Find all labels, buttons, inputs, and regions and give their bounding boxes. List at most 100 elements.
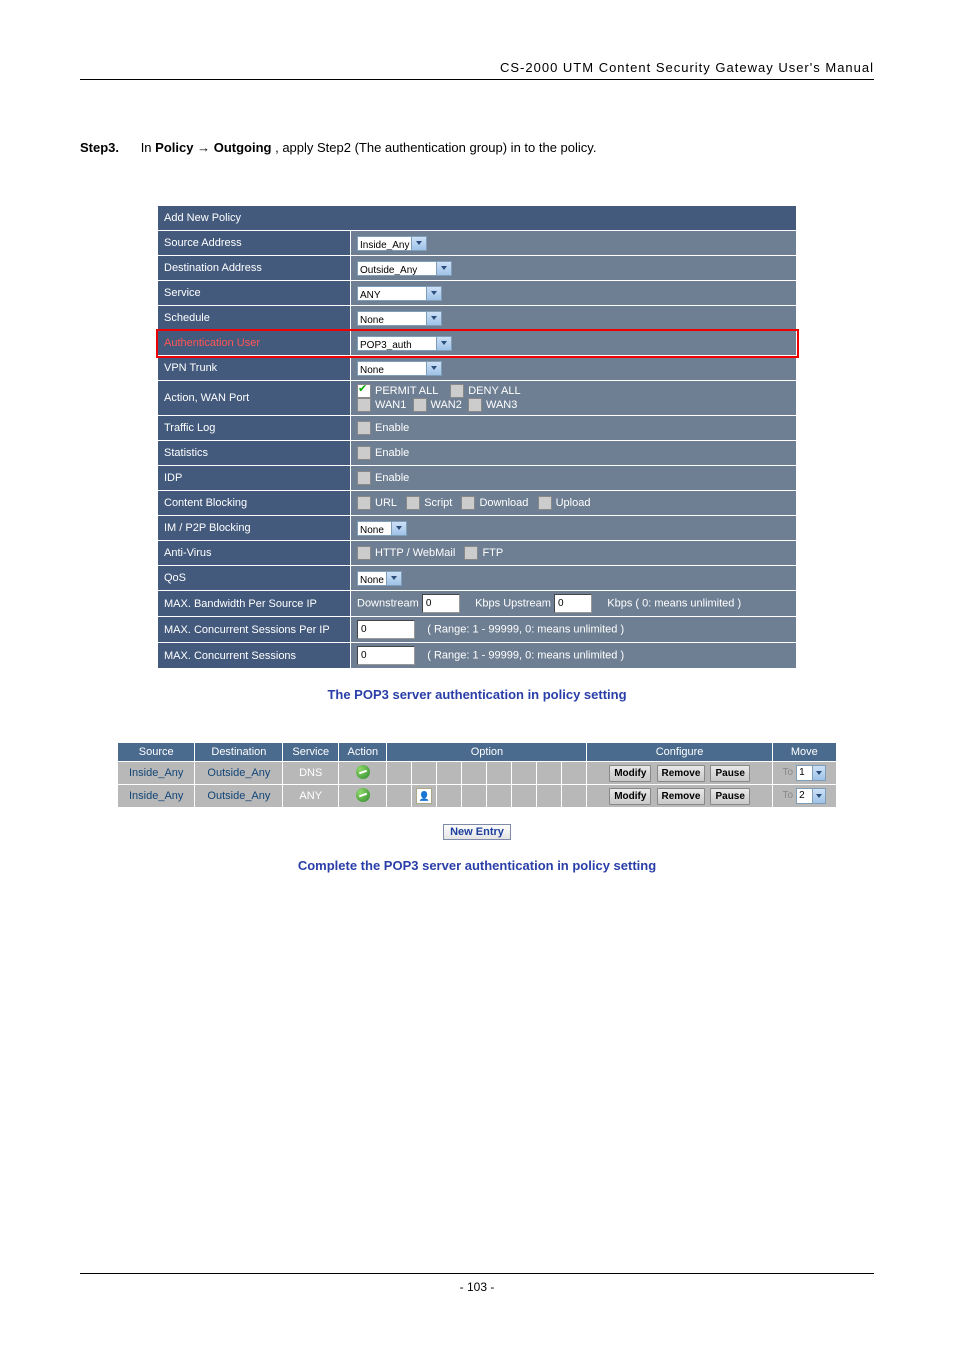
cell-source: Inside_Any	[118, 762, 195, 785]
checkbox-permit-all[interactable]	[357, 384, 371, 398]
cell-action	[339, 762, 387, 785]
label-action-wan-port: Action, WAN Port	[158, 381, 351, 416]
policy-list-table: Source Destination Service Action Option…	[117, 742, 837, 808]
checkbox-download[interactable]	[461, 496, 475, 510]
chevron-down-icon	[426, 312, 441, 325]
cell-authentication-user: POP3_auth	[351, 331, 797, 356]
permit-icon	[356, 765, 370, 779]
remove-button[interactable]: Remove	[657, 765, 706, 782]
move-to-text: To	[783, 767, 794, 778]
label-schedule: Schedule	[158, 306, 351, 331]
checkbox-wan2[interactable]	[413, 398, 427, 412]
cell-content-blocking: URL Script Download Upload	[351, 491, 797, 516]
col-configure: Configure	[587, 743, 772, 762]
select-service[interactable]: ANY	[357, 286, 442, 301]
cell-anti-virus: HTTP / WebMail FTP	[351, 541, 797, 566]
cell-source-address: Inside_Any	[351, 231, 797, 256]
select-move[interactable]: 1	[796, 765, 826, 781]
select-vpn-trunk[interactable]: None	[357, 361, 442, 376]
input-downstream[interactable]: 0	[422, 594, 460, 613]
cell-max-conc-sessions-per-ip: 0 ( Range: 1 - 99999, 0: means unlimited…	[351, 617, 797, 643]
new-entry-button[interactable]: New Entry	[443, 824, 511, 840]
select-im-p2p[interactable]: None	[357, 521, 407, 536]
ftp-text: FTP	[482, 547, 503, 559]
cell-vpn-trunk: None	[351, 356, 797, 381]
input-max-conc-sessions[interactable]: 0	[357, 646, 415, 665]
select-move[interactable]: 2	[796, 788, 826, 804]
checkbox-ftp[interactable]	[464, 546, 478, 560]
deny-all-text: DENY ALL	[468, 385, 520, 397]
select-destination-address[interactable]: Outside_Any	[357, 261, 452, 276]
label-destination-address: Destination Address	[158, 256, 351, 281]
step-suffix: , apply Step2 (The authentication group)…	[275, 140, 596, 155]
remove-button[interactable]: Remove	[657, 788, 706, 805]
label-authentication-user: Authentication User	[158, 331, 351, 356]
checkbox-deny-all[interactable]	[450, 384, 464, 398]
input-upstream[interactable]: 0	[554, 594, 592, 613]
select-source-address[interactable]: Inside_Any	[357, 236, 427, 251]
script-text: Script	[424, 497, 452, 509]
cell-destination: Outside_Any	[195, 762, 283, 785]
caption-2: Complete the POP3 server authentication …	[80, 858, 874, 873]
modify-button[interactable]: Modify	[609, 765, 651, 782]
checkbox-http-webmail[interactable]	[357, 546, 371, 560]
idp-enable-text: Enable	[375, 472, 409, 484]
sessions-per-ip-note: ( Range: 1 - 99999, 0: means unlimited )	[427, 623, 624, 635]
label-statistics: Statistics	[158, 441, 351, 466]
label-source-address: Source Address	[158, 231, 351, 256]
cell-action	[339, 785, 387, 808]
cell-source: Inside_Any	[118, 785, 195, 808]
table-row: Inside_Any Outside_Any ANY 👤 Modify Remo…	[118, 785, 837, 808]
select-schedule[interactable]: None	[357, 311, 442, 326]
pause-button[interactable]: Pause	[710, 765, 749, 782]
label-max-conc-sessions-per-ip: MAX. Concurrent Sessions Per IP	[158, 617, 351, 643]
cell-configure: Modify Remove Pause	[587, 785, 772, 808]
checkbox-traffic-log-enable[interactable]	[357, 421, 371, 435]
select-authentication-user[interactable]: POP3_auth	[357, 336, 452, 351]
upstream-label: Kbps Upstream	[475, 597, 551, 609]
label-max-conc-sessions: MAX. Concurrent Sessions	[158, 643, 351, 669]
checkbox-wan3[interactable]	[468, 398, 482, 412]
step-instruction: Step3. In Policy → Outgoing , apply Step…	[80, 140, 874, 155]
cell-action-wan-port: PERMIT ALL DENY ALL WAN1 WAN2 WAN3	[351, 381, 797, 416]
select-qos[interactable]: None	[357, 571, 402, 586]
checkbox-upload[interactable]	[538, 496, 552, 510]
label-service: Service	[158, 281, 351, 306]
cell-statistics: Enable	[351, 441, 797, 466]
bw-note: Kbps ( 0: means unlimited )	[607, 597, 741, 609]
statistics-enable-text: Enable	[375, 447, 409, 459]
wan2-text: WAN2	[431, 399, 462, 411]
label-vpn-trunk: VPN Trunk	[158, 356, 351, 381]
pause-button[interactable]: Pause	[710, 788, 749, 805]
cell-move: To 2	[772, 785, 836, 808]
cell-service: ANY	[283, 785, 339, 808]
label-qos: QoS	[158, 566, 351, 591]
cell-im-p2p: None	[351, 516, 797, 541]
chevron-down-icon	[426, 287, 441, 300]
label-anti-virus: Anti-Virus	[158, 541, 351, 566]
traffic-log-enable-text: Enable	[375, 422, 409, 434]
table-row: Inside_Any Outside_Any DNS Modify Remove…	[118, 762, 837, 785]
chevron-down-icon	[391, 522, 406, 535]
arrow-icon: →	[197, 140, 214, 155]
chevron-down-icon	[812, 789, 825, 803]
checkbox-wan1[interactable]	[357, 398, 371, 412]
input-max-conc-sessions-per-ip[interactable]: 0	[357, 620, 415, 639]
col-source: Source	[118, 743, 195, 762]
checkbox-script[interactable]	[406, 496, 420, 510]
col-service: Service	[283, 743, 339, 762]
checkbox-idp-enable[interactable]	[357, 471, 371, 485]
label-im-p2p: IM / P2P Blocking	[158, 516, 351, 541]
checkbox-statistics-enable[interactable]	[357, 446, 371, 460]
url-text: URL	[375, 497, 397, 509]
upload-text: Upload	[556, 497, 591, 509]
option-auth-cell: 👤	[412, 785, 437, 808]
col-option: Option	[387, 743, 587, 762]
checkbox-url[interactable]	[357, 496, 371, 510]
modify-button[interactable]: Modify	[609, 788, 651, 805]
wan3-text: WAN3	[486, 399, 517, 411]
permit-all-text: PERMIT ALL	[375, 385, 438, 397]
authentication-user-icon: 👤	[416, 788, 432, 804]
chevron-down-icon	[411, 237, 426, 250]
cell-service: ANY	[351, 281, 797, 306]
